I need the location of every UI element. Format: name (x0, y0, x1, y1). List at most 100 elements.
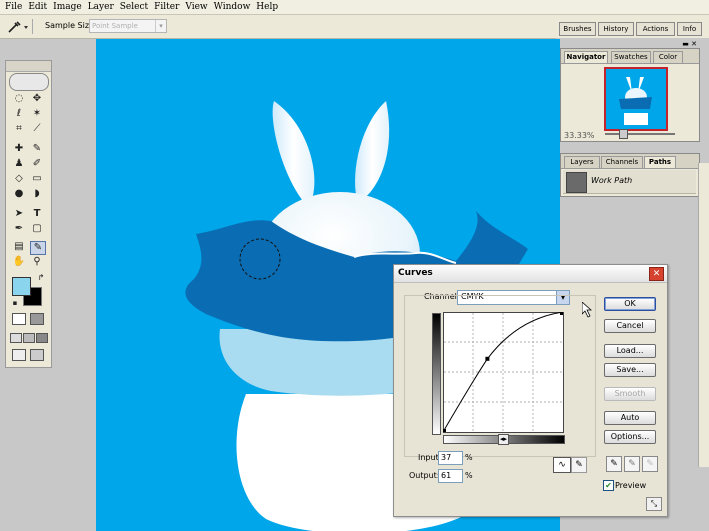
well-tab-info[interactable]: Info (677, 22, 702, 36)
menu-layer[interactable]: Layer (85, 0, 117, 14)
smooth-button[interactable]: Smooth (604, 387, 656, 401)
navigator-zoom-slider[interactable] (605, 133, 675, 135)
curve-endpoint-end (560, 312, 563, 315)
panel-scrollbar[interactable] (698, 163, 709, 467)
path-select-icon[interactable]: ➤ (12, 208, 26, 220)
standard-mode-icon[interactable] (12, 313, 26, 325)
pen-icon[interactable]: ✒ (12, 223, 26, 235)
gradient-icon[interactable]: ▭ (30, 173, 44, 185)
notes-icon[interactable]: ▤ (12, 241, 26, 253)
lasso-icon[interactable]: ℓ (12, 108, 26, 120)
jump-to-imageready-icon[interactable] (12, 349, 26, 361)
curves-title: Curves (398, 268, 433, 278)
pencil-tool-icon[interactable]: ✎ (571, 457, 587, 473)
preview-label: Preview (615, 481, 647, 490)
save-button[interactable]: Save... (604, 363, 656, 377)
auto-button[interactable]: Auto (604, 411, 656, 425)
black-eyedropper-icon[interactable]: ✎ (606, 456, 622, 472)
eyedropper-icon[interactable]: ✎ (30, 241, 46, 255)
stamp-icon[interactable]: ♟ (12, 158, 26, 170)
well-tab-brushes[interactable]: Brushes (559, 22, 596, 36)
blur-icon[interactable]: ● (12, 188, 26, 200)
tab-paths[interactable]: Paths (644, 156, 676, 168)
panel-window-buttons[interactable]: ▬ ✕ (682, 40, 697, 48)
toolbox-titlebar[interactable] (6, 61, 51, 72)
screen-mode-full-icon[interactable] (36, 333, 48, 343)
well-tab-actions[interactable]: Actions (636, 22, 675, 36)
output-gradient-bar (432, 313, 441, 435)
eyedropper-icon (8, 21, 28, 33)
type-icon[interactable]: T (30, 208, 44, 220)
gray-eyedropper-icon[interactable]: ✎ (624, 456, 640, 472)
navigator-thumbnail[interactable] (604, 67, 668, 131)
sample-size-select[interactable]: Point Sample ▾ (89, 19, 167, 33)
menu-help[interactable]: Help (253, 0, 281, 14)
menu-filter[interactable]: Filter (151, 0, 182, 14)
default-colors-icon[interactable]: ▪ (8, 297, 22, 309)
curve-control-point (485, 356, 490, 361)
menu-view[interactable]: View (182, 0, 210, 14)
zoom-slider-handle[interactable] (619, 129, 628, 139)
move-icon[interactable]: ✥ (30, 93, 44, 105)
tab-swatches[interactable]: Swatches (611, 51, 651, 63)
tool-preset-picker[interactable] (6, 19, 33, 34)
chevron-down-icon: ▾ (155, 20, 166, 32)
jump-alt-icon[interactable] (30, 349, 44, 361)
tab-channels[interactable]: Channels (601, 156, 643, 168)
curve-endpoint-start (443, 429, 446, 432)
tab-layers[interactable]: Layers (564, 156, 600, 168)
tab-navigator[interactable]: Navigator (564, 51, 608, 63)
zoom-icon[interactable]: ⚲ (30, 256, 44, 268)
shape-icon[interactable]: ▢ (30, 223, 44, 235)
load-button[interactable]: Load... (604, 344, 656, 358)
menu-window[interactable]: Window (211, 0, 254, 14)
tab-color[interactable]: Color (653, 51, 683, 63)
screen-mode-menu-icon[interactable] (23, 333, 35, 343)
paths-panel: Layers Channels Paths Work Path (560, 153, 700, 197)
history-brush-icon[interactable]: ✐ (30, 158, 44, 170)
input-field[interactable]: 37 (438, 451, 463, 465)
path-row-work-path[interactable]: Work Path (563, 170, 696, 194)
curve-tool-icon[interactable]: ∿ (553, 457, 571, 473)
well-tab-history[interactable]: History (598, 22, 634, 36)
preview-checkbox[interactable]: ✔ (603, 480, 614, 491)
close-icon[interactable]: ✕ (649, 267, 664, 281)
menu-select[interactable]: Select (117, 0, 151, 14)
input-unit: % (465, 453, 473, 462)
foreground-color-swatch[interactable] (12, 277, 31, 296)
output-field[interactable]: 61 (438, 469, 463, 483)
navigator-zoom-value[interactable]: 33.33% (564, 131, 595, 140)
white-eyedropper-icon[interactable]: ✎ (642, 456, 658, 472)
menu-edit[interactable]: Edit (25, 0, 50, 14)
expand-icon[interactable]: ⤡ (646, 497, 662, 511)
mouse-cursor-icon (582, 302, 592, 318)
menu-file[interactable]: File (0, 0, 25, 14)
ok-button[interactable]: OK (604, 297, 656, 311)
path-name: Work Path (591, 176, 633, 185)
options-button[interactable]: Options... (604, 430, 656, 444)
cancel-button[interactable]: Cancel (604, 319, 656, 333)
curve-graph[interactable] (443, 312, 565, 434)
toolbox: ◌ ✥ ℓ ✶ ⌗ ⟋ ✚ ✎ ♟ ✐ ◇ ▭ ● ◗ ➤ T ✒ ▢ ▤ ✎ … (5, 60, 52, 368)
brush-icon[interactable]: ✎ (30, 143, 44, 155)
eraser-icon[interactable]: ◇ (12, 173, 26, 185)
slice-icon[interactable]: ⟋ (30, 123, 44, 135)
menu-image[interactable]: Image (50, 0, 85, 14)
gradient-toggle-icon[interactable]: ◂▸ (498, 434, 509, 445)
crop-icon[interactable]: ⌗ (12, 123, 26, 135)
swap-colors-icon[interactable]: ↱ (34, 272, 48, 284)
curves-titlebar[interactable]: Curves ✕ (394, 265, 667, 283)
marquee-icon[interactable]: ◌ (12, 93, 26, 105)
photoshop-logo[interactable] (9, 73, 49, 91)
menu-bar: File Edit Image Layer Select Filter View… (0, 0, 709, 15)
magic-wand-icon[interactable]: ✶ (30, 108, 44, 120)
healing-brush-icon[interactable]: ✚ (12, 143, 26, 155)
screen-mode-standard-icon[interactable] (10, 333, 22, 343)
hand-icon[interactable]: ✋ (12, 256, 26, 268)
options-bar: Sample Size: Point Sample ▾ (0, 15, 556, 39)
navigator-preview (619, 77, 652, 125)
dodge-icon[interactable]: ◗ (30, 188, 44, 200)
navigator-panel: Navigator Swatches Color ▬ ✕ 33.33% (560, 40, 700, 142)
output-unit: % (465, 471, 473, 480)
quick-mask-icon[interactable] (30, 313, 44, 325)
